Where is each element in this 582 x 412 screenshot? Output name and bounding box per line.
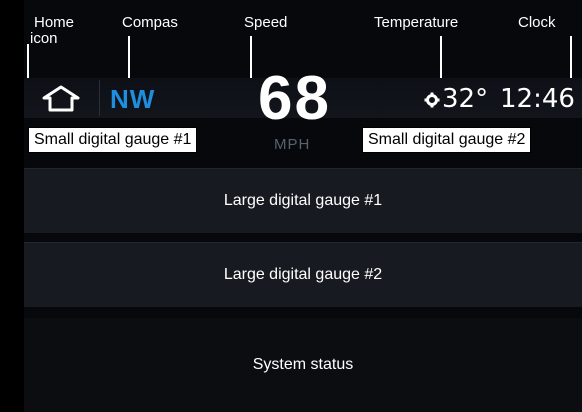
compas-callout-line (128, 36, 130, 80)
speed-value: 68 (258, 64, 331, 133)
compass-heading: NW (110, 84, 156, 114)
large-digital-gauge-2: Large digital gauge #2 (24, 242, 582, 307)
gear-icon[interactable] (424, 92, 440, 108)
home-callout-line (27, 44, 29, 82)
topbar-divider (99, 80, 100, 116)
dashboard-screen: Home icon Compas Speed Temperature Clock… (0, 0, 582, 412)
temperature-readout: 32° (442, 84, 489, 114)
home-callout-label: Home (34, 14, 75, 31)
left-border (0, 0, 24, 412)
clock-readout: 12:46 (500, 84, 575, 114)
home-icon[interactable] (38, 84, 84, 114)
large-gauge-1-label: Large digital gauge #1 (223, 192, 383, 209)
small-digital-gauge-2: Small digital gauge #2 (362, 127, 532, 153)
clock-callout-label: Clock (518, 14, 556, 31)
home-callout-label-line2: icon (30, 30, 58, 47)
small-digital-gauge-1: Small digital gauge #1 (28, 127, 198, 153)
speed-callout-label: Speed (244, 14, 288, 31)
temperature-callout-label: Temperature (374, 14, 459, 31)
clock-callout-line (570, 36, 572, 80)
temperature-callout-line (440, 36, 442, 80)
speed-callout-line (250, 36, 252, 80)
compas-callout-label: Compas (122, 14, 178, 31)
system-status-panel: System status (24, 318, 582, 412)
system-status-label: System status (252, 356, 354, 373)
large-gauge-2-label: Large digital gauge #2 (223, 266, 383, 283)
speed-unit: MPH (274, 136, 311, 153)
large-digital-gauge-1: Large digital gauge #1 (24, 168, 582, 233)
